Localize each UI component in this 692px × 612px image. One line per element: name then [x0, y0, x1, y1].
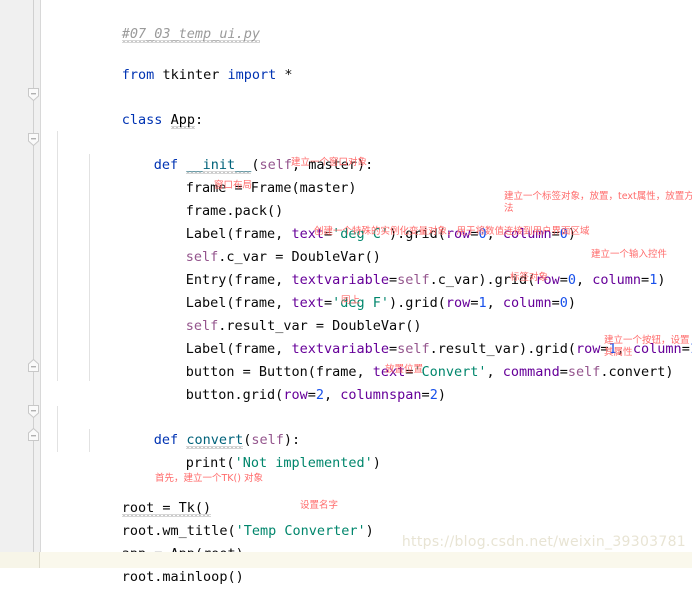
- eq5: =: [641, 272, 650, 288]
- paren-close5: ): [437, 387, 446, 403]
- eq14: =: [307, 387, 316, 403]
- code-content[interactable]: #07_03_temp_ui.py from tkinter import * …: [41, 0, 692, 585]
- fold-marker-def-init[interactable]: [28, 133, 39, 146]
- code-line-file-comment[interactable]: #07_03_temp_ui.py: [73, 0, 260, 42]
- code-line-app-assign[interactable]: app = App(root): [73, 520, 244, 562]
- code-editor: #07_03_temp_ui.py from tkinter import * …: [0, 0, 692, 585]
- indent-guide-level2-b: [89, 429, 90, 452]
- indent-guide-level1: [57, 131, 58, 381]
- call-print: print(: [185, 455, 235, 471]
- code-line-import[interactable]: from tkinter import *: [73, 41, 293, 83]
- annotation-label-object-2: 标签对象: [510, 272, 549, 283]
- paren-close3: ): [567, 295, 577, 311]
- comma6: ,: [486, 364, 503, 380]
- paren-close6: ): [372, 455, 381, 471]
- comma7: ,: [324, 387, 341, 403]
- eq15: =: [421, 387, 430, 403]
- annotation-same-as-above: 同上: [341, 295, 361, 306]
- annotation-frame-layout: 窗口布局: [214, 180, 253, 191]
- string-temp-converter: 'Temp Converter': [235, 523, 366, 539]
- self-token5: self: [567, 364, 601, 380]
- num-0d: 0: [559, 295, 568, 311]
- annotation-entry-widget: 建立一个输入控件: [591, 249, 668, 260]
- num-2b: 2: [429, 387, 438, 403]
- fold-marker-class-app[interactable]: [28, 88, 39, 101]
- code-line-entry[interactable]: Entry(frame, textvariable=self.c_var).gr…: [137, 246, 666, 288]
- bottom-status-bar: [0, 552, 692, 568]
- fold-guide-line: [33, 0, 34, 552]
- code-line-def-convert[interactable]: def convert(self):: [105, 406, 300, 448]
- annotation-tk-object: 首先，建立一个TK() 对象: [155, 473, 263, 484]
- keyword-import: import: [227, 67, 277, 83]
- keyword-from: from: [121, 67, 155, 83]
- code-line-def-init[interactable]: def __init__(self, master):: [105, 131, 373, 173]
- paren-close2: ): [657, 272, 666, 288]
- annotation-label-object: 建立一个标签对象，放置，text属性，放置方法: [504, 191, 692, 214]
- call-button-grid: button.grid(: [185, 387, 284, 403]
- eq8: =: [551, 295, 560, 311]
- indent-guide-level1-b: [57, 406, 58, 452]
- indent-guide-level2: [89, 154, 90, 381]
- paren-close7: ): [365, 523, 374, 539]
- annotation-frame-object: 建立一个窗口对象: [291, 157, 368, 168]
- keyword-class: class: [121, 112, 163, 128]
- num-2: 2: [315, 387, 324, 403]
- fold-marker-init-end[interactable]: [28, 359, 39, 372]
- bottom-bar-gutter: [0, 552, 40, 568]
- kwarg-row3: row: [445, 295, 471, 311]
- code-line-print[interactable]: print('Not implemented'): [137, 429, 381, 471]
- annotation-set-title: 设置名字: [300, 500, 339, 511]
- csdn-watermark: https://blog.csdn.net/weixin_39303781: [401, 534, 686, 550]
- class-name-app: App: [170, 112, 195, 128]
- kwarg-command: command: [502, 364, 560, 380]
- annotation-doublevar: 创建一个特殊的实例化变量对象，用于将数值连接到用户界面区域: [314, 226, 590, 237]
- kwarg-row5: row: [283, 387, 308, 403]
- call-mainloop: root.mainloop(): [121, 569, 244, 585]
- editor-gutter: [0, 0, 41, 552]
- star-token: *: [276, 67, 293, 83]
- colon: :: [194, 112, 204, 128]
- comma4: ,: [486, 295, 503, 311]
- module-tkinter: tkinter: [162, 67, 220, 83]
- kwarg-column3: column: [502, 295, 552, 311]
- kwarg-column2: column: [592, 272, 642, 288]
- eq13: =: [559, 364, 568, 380]
- fold-marker-convert-end[interactable]: [28, 428, 39, 441]
- fold-marker-def-convert[interactable]: [28, 405, 39, 418]
- string-not-implemented: 'Not implemented': [234, 455, 373, 471]
- convert-ref: .convert): [600, 364, 674, 380]
- num-1b: 1: [478, 295, 487, 311]
- annotation-place-position: 放置位置: [385, 364, 424, 375]
- annotation-button-object: 建立一个按钮，设置其属性: [604, 335, 690, 358]
- code-line-button-assign[interactable]: button = Button(frame, text='Convert', c…: [137, 338, 674, 380]
- code-line-class-app[interactable]: class App:: [73, 86, 203, 128]
- kwarg-columnspan: columnspan: [340, 387, 422, 403]
